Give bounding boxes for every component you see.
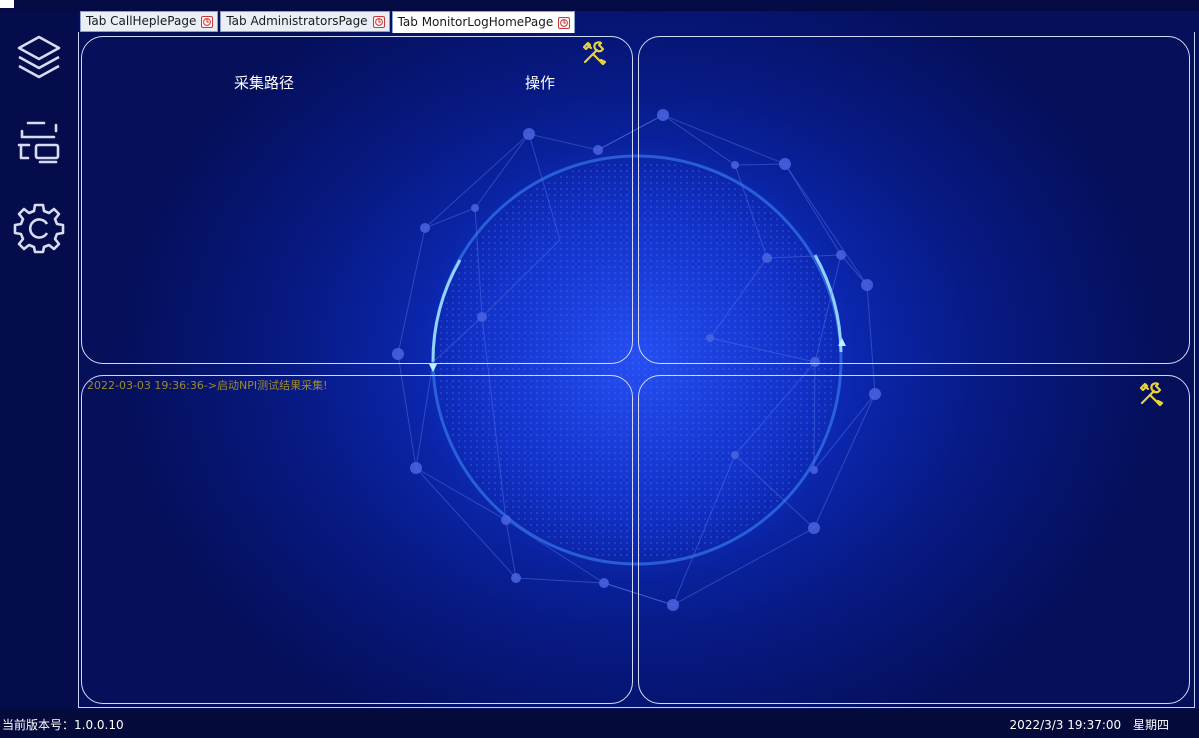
column-header-action: 操作 bbox=[525, 74, 556, 92]
sidebar-item-layers[interactable] bbox=[12, 31, 66, 85]
tab-monitorloghomepage[interactable]: Tab MonitorLogHomePage bbox=[391, 11, 576, 33]
current-datetime: 2022/3/3 19:37:00 bbox=[1009, 718, 1122, 732]
tab-bar: Tab CallHeplePage Tab AdministratorsPage… bbox=[80, 11, 577, 33]
status-bar: 当前版本号：1.0.0.10 2022/3/3 19:37:00 星期四 bbox=[0, 709, 1199, 738]
title-strip bbox=[0, 0, 1199, 11]
sidebar-item-scan[interactable] bbox=[12, 116, 66, 170]
tab-label: Tab MonitorLogHomePage bbox=[397, 15, 554, 29]
sidebar-item-settings[interactable] bbox=[12, 201, 66, 255]
tab-close-icon[interactable] bbox=[558, 16, 571, 29]
tools-icon[interactable] bbox=[1138, 381, 1164, 407]
tab-callheplepage[interactable]: Tab CallHeplePage bbox=[80, 11, 219, 32]
settings-gear-icon bbox=[13, 203, 65, 254]
sidebar bbox=[0, 11, 78, 709]
layers-icon bbox=[17, 35, 61, 79]
app-window: Tab CallHeplePage Tab AdministratorsPage… bbox=[0, 0, 1199, 738]
tab-close-icon[interactable] bbox=[372, 15, 385, 28]
scan-icon bbox=[17, 121, 60, 164]
bottom-right-panel bbox=[638, 375, 1190, 704]
datetime-display: 2022/3/3 19:37:00 星期四 bbox=[1002, 716, 1169, 733]
top-right-panel bbox=[638, 36, 1190, 364]
column-header-collection-path: 采集路径 bbox=[234, 74, 295, 92]
tools-icon[interactable] bbox=[581, 40, 607, 66]
tab-close-icon[interactable] bbox=[201, 15, 214, 28]
tab-label: Tab AdministratorsPage bbox=[226, 14, 368, 28]
tab-administratorspage[interactable]: Tab AdministratorsPage bbox=[220, 11, 390, 32]
log-entry: 2022-03-03 19:36:36->启动NPI测试结果采集! bbox=[87, 379, 328, 392]
version-label: 当前版本号：1.0.0.10 bbox=[2, 718, 124, 732]
weekday: 星期四 bbox=[1132, 718, 1169, 732]
tab-label: Tab CallHeplePage bbox=[86, 14, 197, 28]
app-corner-icon bbox=[0, 0, 14, 8]
log-panel bbox=[81, 375, 633, 704]
